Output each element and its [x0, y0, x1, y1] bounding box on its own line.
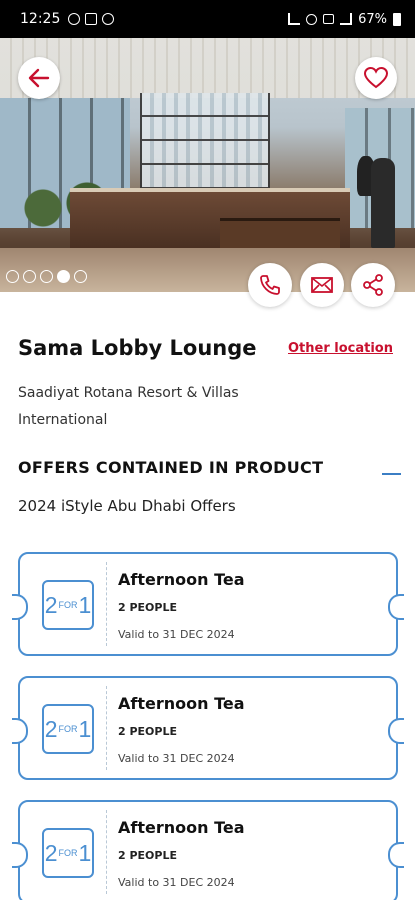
badge-number: 1 [78, 839, 92, 866]
heart-icon [363, 66, 389, 89]
hero-shelves [140, 93, 270, 203]
offer-title: Afternoon Tea [118, 570, 245, 589]
badge-text: FOR [58, 848, 78, 858]
gallery-icon [85, 13, 98, 25]
offers-section-heading: OFFERS CONTAINED IN PRODUCT [18, 458, 324, 477]
gallery-dot[interactable] [74, 270, 87, 283]
whatsapp-icon [68, 13, 81, 25]
signal-icon [340, 13, 353, 25]
card-divider [106, 810, 107, 894]
offer-card[interactable]: 2 FOR 1 Afternoon Tea 2 PEOPLE Valid to 31… [12, 800, 404, 900]
offer-validity: Valid to 31 DEC 2024 [118, 752, 235, 765]
offer-people: 2 PEOPLE [118, 725, 177, 738]
hotel-name: Saadiyat Rotana Resort & Villas Internat… [18, 385, 239, 428]
badge-number: 2 [44, 839, 58, 866]
badge-number: 1 [78, 715, 92, 742]
email-button[interactable] [300, 263, 344, 307]
card-divider [106, 562, 107, 646]
mute-icon [306, 13, 318, 25]
favorite-button[interactable] [355, 57, 397, 99]
wifi-icon [323, 14, 335, 24]
card-divider [106, 686, 107, 770]
gallery-dot[interactable] [6, 270, 19, 283]
collapse-icon[interactable] [382, 473, 401, 475]
badge-number: 2 [44, 715, 58, 742]
badge-number: 1 [78, 591, 92, 618]
venue-title: Sama Lobby Lounge [18, 336, 257, 360]
phone-icon [260, 275, 280, 295]
offer-card[interactable]: 2 FOR 1 Afternoon Tea 2 PEOPLE Valid to 31… [12, 676, 404, 780]
mail-icon [311, 277, 333, 293]
back-button[interactable] [18, 57, 60, 99]
offer-group-name: 2024 iStyle Abu Dhabi Offers [18, 497, 236, 515]
offer-validity: Valid to 31 DEC 2024 [118, 876, 235, 889]
gallery-pagination [6, 270, 87, 283]
offer-title: Afternoon Tea [118, 818, 245, 837]
gallery-dot[interactable] [23, 270, 36, 283]
badge-text: FOR [58, 600, 78, 610]
battery-icon [393, 12, 401, 26]
other-location-link[interactable]: Other location [288, 341, 393, 356]
status-right: 67% [288, 12, 401, 27]
offer-people: 2 PEOPLE [118, 849, 177, 862]
two-for-one-icon: 2 FOR 1 [42, 828, 94, 878]
hero-figure [371, 158, 395, 248]
status-bar: 12:25 67% [0, 0, 415, 38]
badge-text: FOR [58, 724, 78, 734]
share-button[interactable] [351, 263, 395, 307]
offer-people: 2 PEOPLE [118, 601, 177, 614]
hero-table [220, 218, 340, 248]
hero-ceiling [0, 38, 415, 98]
offer-title: Afternoon Tea [118, 694, 245, 713]
status-notification-icons [68, 13, 115, 25]
bluetooth-icon [288, 13, 301, 25]
offer-validity: Valid to 31 DEC 2024 [118, 628, 235, 641]
status-time: 12:25 [20, 11, 61, 27]
notification-icon [102, 13, 115, 25]
battery-percent: 67% [358, 11, 387, 27]
share-icon [363, 274, 383, 296]
two-for-one-icon: 2 FOR 1 [42, 704, 94, 754]
gallery-dot[interactable] [40, 270, 53, 283]
hero-image[interactable] [0, 38, 415, 292]
gallery-dot-active[interactable] [57, 270, 70, 283]
offer-card[interactable]: 2 FOR 1 Afternoon Tea 2 PEOPLE Valid to 31… [12, 552, 404, 656]
call-button[interactable] [248, 263, 292, 307]
two-for-one-icon: 2 FOR 1 [42, 580, 94, 630]
back-arrow-icon [28, 68, 50, 88]
badge-number: 2 [44, 591, 58, 618]
